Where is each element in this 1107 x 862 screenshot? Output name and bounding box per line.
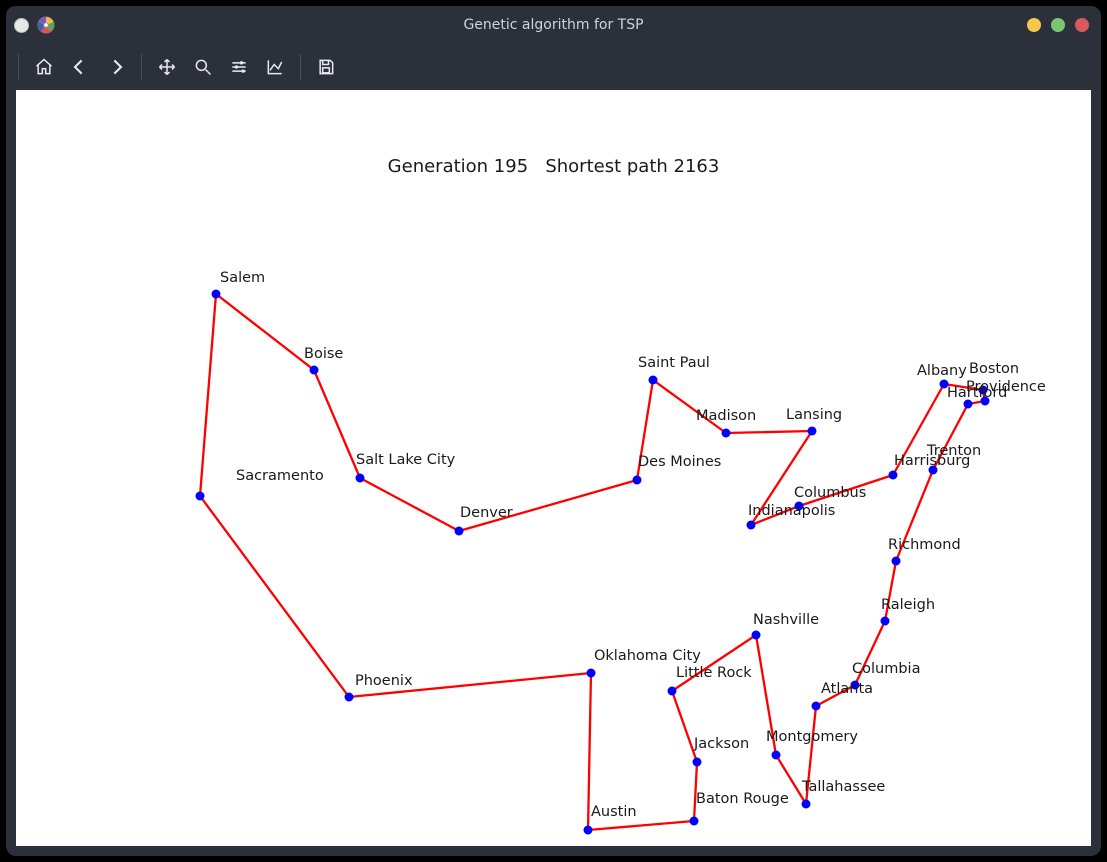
city-label: Sacramento [236, 468, 324, 484]
city-label: Oklahoma City [594, 648, 701, 664]
plot-canvas[interactable]: Generation 195 Shortest path 2163 SalemB… [16, 90, 1091, 846]
city-point [584, 826, 593, 835]
city-point [345, 693, 354, 702]
toolbar-separator [300, 54, 301, 80]
city-label: Albany [917, 363, 967, 379]
city-label: Tallahassee [801, 779, 885, 795]
city-label: Madison [696, 408, 756, 424]
city-label: Des Moines [638, 454, 721, 470]
home-button[interactable] [27, 50, 61, 84]
city-point [747, 521, 756, 530]
city-point [802, 800, 811, 809]
city-point [889, 471, 898, 480]
city-point [693, 758, 702, 767]
app-icon [37, 16, 55, 34]
tsp-plot: Salem Boise Salt Lake City Denver Des Moines… [16, 90, 1091, 846]
city-label: Austin [591, 804, 637, 820]
city-point [310, 366, 319, 375]
close-button[interactable] [1075, 18, 1089, 32]
city-label: Indianapolis [748, 503, 835, 519]
axes-edit-button[interactable] [258, 50, 292, 84]
toolbar-separator [141, 54, 142, 80]
city-point [690, 817, 699, 826]
city-label: Atlanta [821, 681, 873, 697]
city-label: Hartford [947, 385, 1007, 401]
city-label: Denver [460, 505, 513, 521]
city-label: Phoenix [355, 673, 413, 689]
minimize-button[interactable] [1027, 18, 1041, 32]
city-label: Richmond [888, 537, 961, 553]
city-label: Raleigh [881, 597, 935, 613]
toolbar-separator [18, 54, 19, 80]
window-title: Genetic algorithm for TSP [463, 17, 643, 33]
city-point [892, 557, 901, 566]
city-label: Baton Rouge [696, 791, 789, 807]
city-label: Boston [969, 361, 1019, 377]
city-label: Little Rock [676, 665, 752, 681]
city-point [633, 476, 642, 485]
titlebar: Genetic algorithm for TSP [6, 6, 1101, 44]
app-window: Genetic algorithm for TSP [6, 6, 1101, 856]
city-point [812, 702, 821, 711]
city-point [212, 290, 221, 299]
city-point [455, 527, 464, 536]
city-point [587, 669, 596, 678]
pan-button[interactable] [150, 50, 184, 84]
city-point [722, 429, 731, 438]
city-label: Lansing [786, 407, 842, 423]
city-label: Boise [304, 346, 343, 362]
city-label: Trenton [926, 443, 981, 459]
back-button[interactable] [63, 50, 97, 84]
city-label: Columbia [852, 661, 920, 677]
matplotlib-toolbar [6, 44, 1101, 90]
city-label: Salt Lake City [356, 452, 456, 468]
city-label: Columbus [794, 485, 866, 501]
city-point [772, 751, 781, 760]
city-point [649, 376, 658, 385]
city-label: Nashville [753, 612, 819, 628]
forward-button[interactable] [99, 50, 133, 84]
zoom-button[interactable] [186, 50, 220, 84]
window-menu-icon[interactable] [14, 18, 29, 33]
maximize-button[interactable] [1051, 18, 1065, 32]
city-point [808, 427, 817, 436]
city-point [356, 474, 365, 483]
subplots-button[interactable] [222, 50, 256, 84]
city-label: Jackson [693, 736, 749, 752]
city-point [196, 492, 205, 501]
city-label: Salem [220, 270, 265, 286]
city-point [752, 631, 761, 640]
tour-line [200, 294, 985, 830]
city-label: Saint Paul [638, 355, 710, 371]
city-label: Montgomery [766, 729, 858, 745]
save-button[interactable] [309, 50, 343, 84]
city-point [668, 687, 677, 696]
city-point [881, 617, 890, 626]
